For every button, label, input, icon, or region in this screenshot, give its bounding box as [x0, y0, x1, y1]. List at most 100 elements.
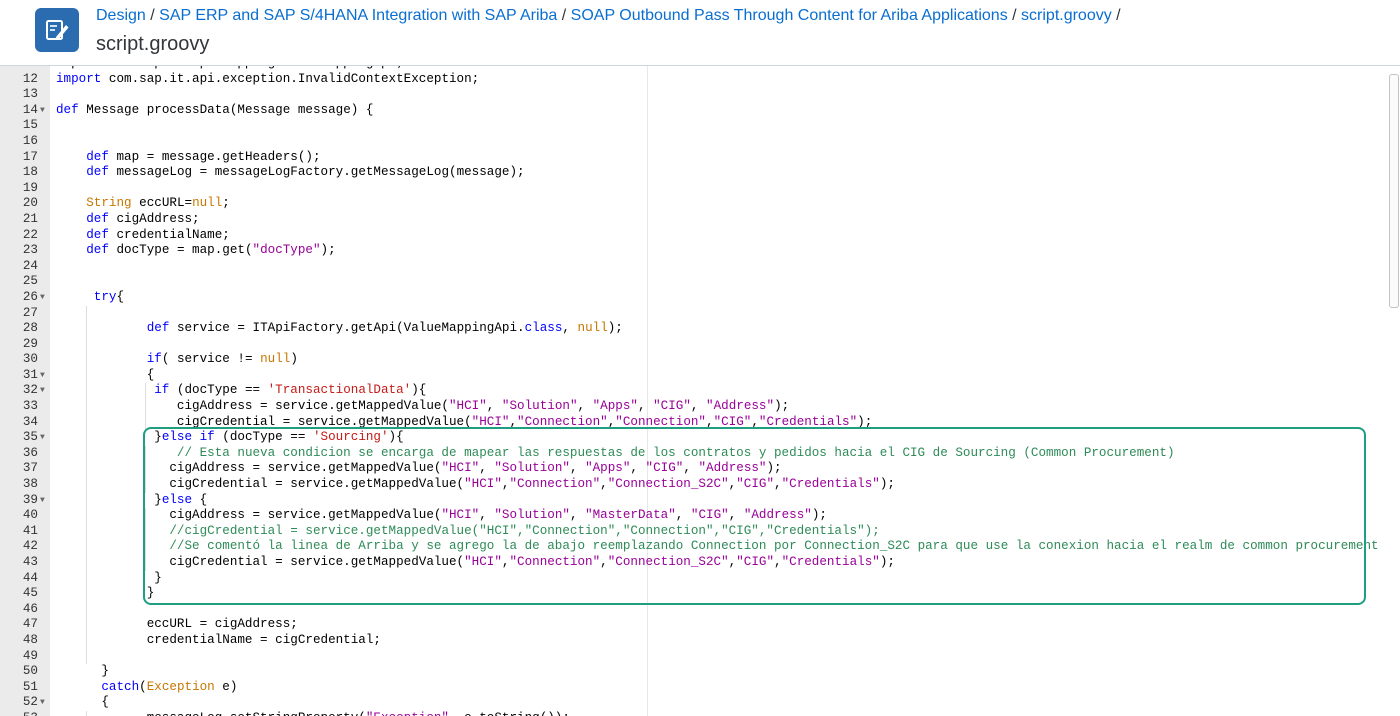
literal-token: null [260, 352, 291, 367]
keyword-token: catch [101, 679, 140, 694]
code-line[interactable]: 52 ▼ { [0, 695, 1390, 711]
code-line[interactable]: 33 cigAddress = service.getMappedValue("… [0, 399, 1390, 415]
line-code: def messageLog = messageLogFactory.getMe… [56, 165, 524, 181]
line-code: cigAddress = service.getMappedValue("HCI… [56, 399, 789, 415]
line-code: if( service != null) [56, 352, 298, 368]
code-line[interactable]: 29 [0, 336, 1390, 353]
code-line[interactable]: 30 if( service != null) [0, 352, 1390, 368]
code-text: , [690, 399, 707, 414]
code-line[interactable]: 32 ▼ if (docType == 'TransactionalData'){ [0, 383, 1390, 400]
fold-toggle-icon[interactable]: ▼ [40, 695, 45, 711]
line-number: 47 [22, 617, 38, 632]
string-token: "Apps" [592, 399, 638, 414]
line-code: { [56, 695, 109, 711]
line-number: 22 [22, 227, 38, 242]
line-number: 49 [22, 648, 38, 663]
literal-token: null [577, 321, 608, 336]
indent-guide [86, 305, 87, 322]
code-text: , e.toString()); [449, 711, 570, 716]
code-line[interactable]: 22 def credentialName; [0, 228, 1390, 244]
line-number: 15 [22, 118, 38, 133]
breadcrumb-separator: / [557, 7, 571, 24]
line-code: def docType = map.get("docType"); [56, 243, 335, 259]
highlight-box [143, 427, 1366, 605]
code-text: } [56, 586, 155, 601]
breadcrumb-script[interactable]: script.groovy [1021, 7, 1112, 24]
breadcrumb-design[interactable]: Design [96, 7, 146, 24]
line-code: def credentialName; [56, 228, 230, 244]
code-text: cigAddress; [108, 211, 200, 226]
line-number: 21 [22, 211, 38, 226]
vertical-scrollbar[interactable] [1389, 74, 1399, 308]
fold-toggle-icon[interactable]: ▼ [40, 493, 45, 509]
keyword-token: def [86, 211, 109, 226]
code-text: , [486, 399, 502, 414]
line-number: 13 [22, 87, 38, 102]
fold-toggle-icon[interactable]: ▼ [40, 103, 45, 119]
code-line[interactable]: 31 ▼ { [0, 367, 1390, 384]
code-line[interactable]: 26 ▼ try{ [0, 290, 1390, 306]
code-line[interactable]: 28 def service = ITApiFactory.getApi(Val… [0, 321, 1390, 337]
line-number: 28 [22, 321, 38, 336]
literal-token: String [86, 196, 132, 211]
code-line[interactable]: 19 [0, 181, 1390, 197]
code-line[interactable]: 20 String eccURL=null; [0, 196, 1390, 212]
code-text: , [577, 399, 593, 414]
line-number: 38 [22, 477, 38, 492]
indent-guide [86, 336, 87, 353]
line-number: 14 [22, 102, 38, 117]
line-number: 50 [22, 664, 38, 679]
code-text: e) [214, 679, 238, 694]
line-number: 48 [22, 632, 38, 647]
code-line[interactable]: 17 def map = message.getHeaders(); [0, 150, 1390, 166]
code-line[interactable]: 50 } [0, 664, 1390, 680]
fold-toggle-icon[interactable]: ▼ [40, 430, 45, 446]
keyword-token: def [86, 165, 109, 180]
code-line[interactable]: 15 [0, 118, 1390, 134]
code-line[interactable]: 12 import com.sap.it.api.exception.Invali… [0, 72, 1390, 88]
code-line[interactable]: 13 [0, 87, 1390, 103]
code-line[interactable]: 51 catch(Exception e) [0, 680, 1390, 696]
line-code: try{ [56, 290, 124, 306]
breadcrumb-iflow[interactable]: SOAP Outbound Pass Through Content for A… [571, 7, 1008, 24]
code-text: ) [290, 352, 298, 367]
code-text: credentialName = cigCredential; [56, 632, 381, 647]
fold-toggle-icon[interactable]: ▼ [40, 383, 45, 399]
code-line[interactable]: 14 ▼ def Message processData(Message messa… [0, 103, 1390, 119]
code-text: ){ [411, 383, 427, 398]
code-line[interactable]: 25 [0, 274, 1390, 290]
code-line[interactable]: 27 [0, 305, 1390, 322]
string-token: 'TransactionalData' [267, 383, 412, 398]
code-editor[interactable]: 11import com.sap.it.api.mapping.ValueMap… [0, 66, 1400, 716]
line-code: } [56, 664, 109, 680]
line-code: credentialName = cigCredential; [56, 633, 381, 649]
indent-guide [86, 648, 87, 665]
line-number: 18 [22, 165, 38, 180]
keyword-token: def [86, 243, 109, 258]
line-number: 26 [22, 289, 38, 304]
code-text: service = ITApiFactory.getApi(ValueMappi… [169, 321, 525, 336]
code-text: eccURL = cigAddress; [56, 617, 298, 632]
line-code: messageLog.setStringProperty("Exception"… [56, 711, 570, 716]
code-line[interactable]: 18 def messageLog = messageLogFactory.ge… [0, 165, 1390, 181]
line-number: 45 [22, 586, 38, 601]
line-number: 36 [22, 445, 38, 460]
code-line[interactable]: 16 [0, 134, 1390, 150]
code-line[interactable]: 21 def cigAddress; [0, 212, 1390, 228]
code-text: , [637, 399, 654, 414]
code-line[interactable]: 48 credentialName = cigCredential; [0, 632, 1390, 649]
code-line[interactable]: 24 [0, 259, 1390, 275]
code-line[interactable]: 49 [0, 648, 1390, 665]
code-line[interactable]: 53 messageLog.setStringProperty("Excepti… [0, 710, 1390, 716]
code-line[interactable]: 47 eccURL = cigAddress; [0, 617, 1390, 633]
fold-toggle-icon[interactable]: ▼ [40, 290, 45, 306]
fold-toggle-icon[interactable]: ▼ [40, 368, 45, 384]
breadcrumb-package[interactable]: SAP ERP and SAP S/4HANA Integration with… [159, 7, 557, 24]
string-token: "docType" [252, 243, 321, 258]
code-line[interactable]: 23 def docType = map.get("docType"); [0, 243, 1390, 259]
line-code: def cigAddress; [56, 211, 200, 228]
line-number: 34 [22, 414, 38, 429]
